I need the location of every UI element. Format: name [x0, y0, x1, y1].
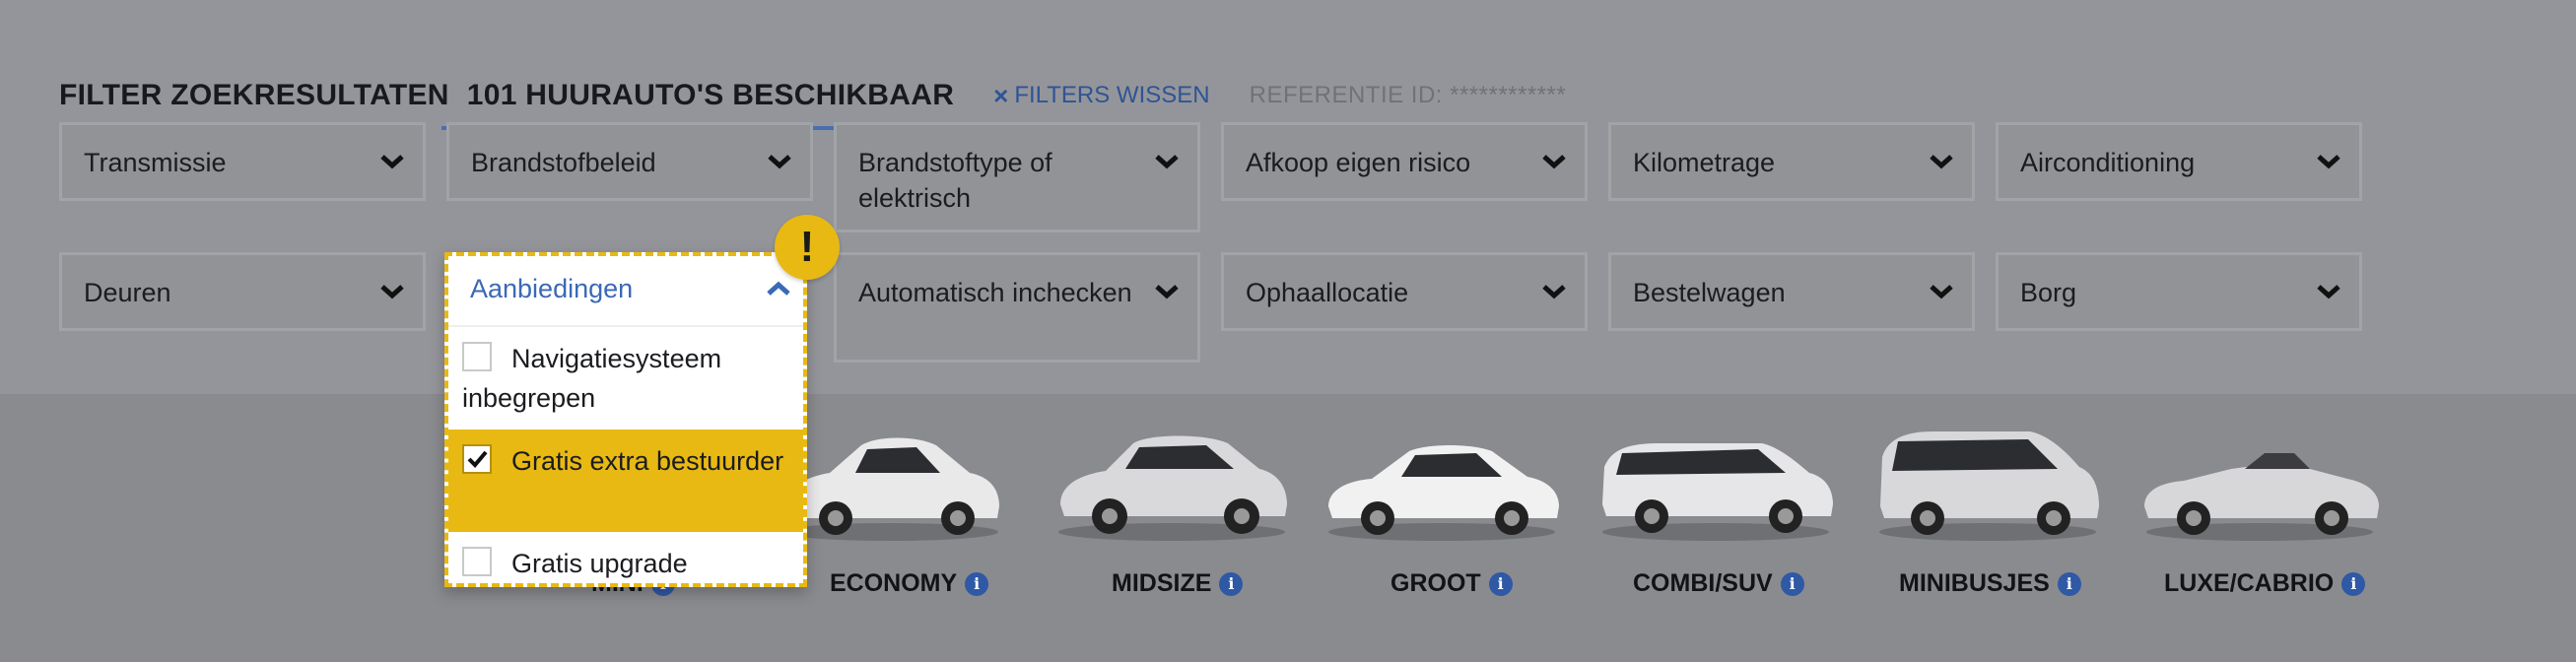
filter-transmissie[interactable]: Transmissie — [59, 122, 426, 201]
option-label: Navigatiesysteem inbegrepen — [462, 344, 722, 413]
info-icon[interactable]: i — [2341, 571, 2366, 596]
car-groot-image — [1328, 445, 1559, 541]
info-icon[interactable]: i — [1488, 571, 1513, 596]
filter-label: Ophaallocatie — [1246, 278, 1409, 307]
filter-brandstoftype[interactable]: Brandstoftype of elektrisch — [834, 122, 1200, 232]
checkbox[interactable] — [462, 547, 492, 576]
category-minibusjes[interactable]: MINIBUSJES i — [1899, 569, 2081, 598]
filter-label: Kilometrage — [1633, 148, 1776, 177]
filter-label: Automatisch inchecken — [858, 278, 1132, 307]
reference-id: REFERENTIE ID: ************ — [1249, 82, 1567, 108]
clear-filters-label: FILTERS WISSEN — [1014, 82, 1210, 108]
chevron-down-icon — [1537, 145, 1571, 178]
filter-label: Airconditioning — [2020, 148, 2196, 177]
filter-label: Afkoop eigen risico — [1246, 148, 1471, 177]
chevron-down-icon — [2312, 145, 2345, 178]
info-icon[interactable]: i — [1219, 571, 1244, 596]
filter-label: Deuren — [84, 278, 171, 307]
filter-label: Bestelwagen — [1633, 278, 1786, 307]
close-icon: × — [993, 80, 1009, 110]
category-economy[interactable]: ECONOMY i — [830, 569, 989, 598]
chevron-down-icon — [1150, 275, 1184, 308]
filter-airconditioning[interactable]: Airconditioning — [1996, 122, 2362, 201]
filter-borg[interactable]: Borg — [1996, 252, 2362, 331]
filter-automatisch-inchecken[interactable]: Automatisch inchecken — [834, 252, 1200, 363]
chevron-down-icon — [1537, 275, 1571, 308]
option-gratis-upgrade[interactable]: Gratis upgrade — [448, 532, 803, 587]
category-combi-suv[interactable]: COMBI/SUV i — [1633, 569, 1804, 598]
filter-deuren[interactable]: Deuren — [59, 252, 426, 331]
info-icon[interactable]: i — [965, 571, 989, 596]
filter-header: FILTER ZOEKRESULTATEN 101 HUURAUTO'S BES… — [59, 73, 1567, 130]
filter-label: Transmissie — [84, 148, 227, 177]
category-label: LUXE/CABRIO — [2164, 569, 2335, 597]
car-combi-suv-image — [1602, 443, 1833, 541]
car-midsize-image — [1058, 435, 1287, 541]
category-label: COMBI/SUV — [1633, 569, 1773, 597]
filter-bestelwagen[interactable]: Bestelwagen — [1608, 252, 1975, 331]
category-label: ECONOMY — [830, 569, 958, 597]
category-groot[interactable]: GROOT i — [1390, 569, 1513, 598]
category-label: GROOT — [1390, 569, 1481, 597]
checkmark-icon — [467, 450, 488, 468]
category-midsize[interactable]: MIDSIZE i — [1112, 569, 1244, 598]
car-luxe-cabrio-image — [2144, 453, 2379, 541]
filter-brandstofbeleid[interactable]: Brandstofbeleid — [446, 122, 813, 201]
clear-filters-button[interactable]: × FILTERS WISSEN — [993, 81, 1209, 111]
aanbiedingen-dropdown: Aanbiedingen Navigatiesysteem inbegrepen… — [444, 252, 807, 587]
filter-title: FILTER ZOEKRESULTATEN — [59, 79, 449, 111]
car-minibusjes-image — [1879, 431, 2099, 541]
chevron-up-icon — [762, 272, 795, 305]
available-count-tab[interactable]: 101 HUURAUTO'S BESCHIKBAAR — [441, 79, 967, 130]
filter-label: Borg — [2020, 278, 2077, 307]
chevron-down-icon — [375, 275, 409, 308]
available-count-label: 101 HUURAUTO'S BESCHIKBAAR — [466, 79, 955, 111]
filter-ophaallocatie[interactable]: Ophaallocatie — [1221, 252, 1588, 331]
info-icon[interactable]: i — [2057, 571, 2081, 596]
filter-kilometrage[interactable]: Kilometrage — [1608, 122, 1975, 201]
chevron-down-icon — [2312, 275, 2345, 308]
chevron-down-icon — [1925, 145, 1958, 178]
option-gratis-extra-bestuurder[interactable]: Gratis extra bestuurder — [448, 430, 803, 532]
warning-icon: ! — [775, 215, 840, 280]
chevron-down-icon — [763, 145, 796, 178]
filter-label: Aanbiedingen — [470, 274, 634, 303]
category-label: MIDSIZE — [1112, 569, 1212, 597]
checkbox-checked[interactable] — [462, 444, 492, 474]
option-label: Gratis upgrade — [511, 549, 688, 578]
chevron-down-icon — [1150, 145, 1184, 178]
checkbox[interactable] — [462, 342, 492, 371]
filter-label: Brandstofbeleid — [471, 148, 656, 177]
category-label: MINIBUSJES — [1899, 569, 2050, 597]
filter-aanbiedingen[interactable]: Aanbiedingen — [448, 256, 803, 327]
chevron-down-icon — [375, 145, 409, 178]
filter-label: Brandstoftype of elektrisch — [858, 148, 1052, 213]
option-navigatiesysteem[interactable]: Navigatiesysteem inbegrepen — [448, 327, 803, 430]
category-luxe-cabrio[interactable]: LUXE/CABRIO i — [2164, 569, 2366, 598]
info-icon[interactable]: i — [1780, 571, 1804, 596]
option-label: Gratis extra bestuurder — [511, 446, 784, 476]
chevron-down-icon — [1925, 275, 1958, 308]
filter-afkoop-eigen-risico[interactable]: Afkoop eigen risico — [1221, 122, 1588, 201]
